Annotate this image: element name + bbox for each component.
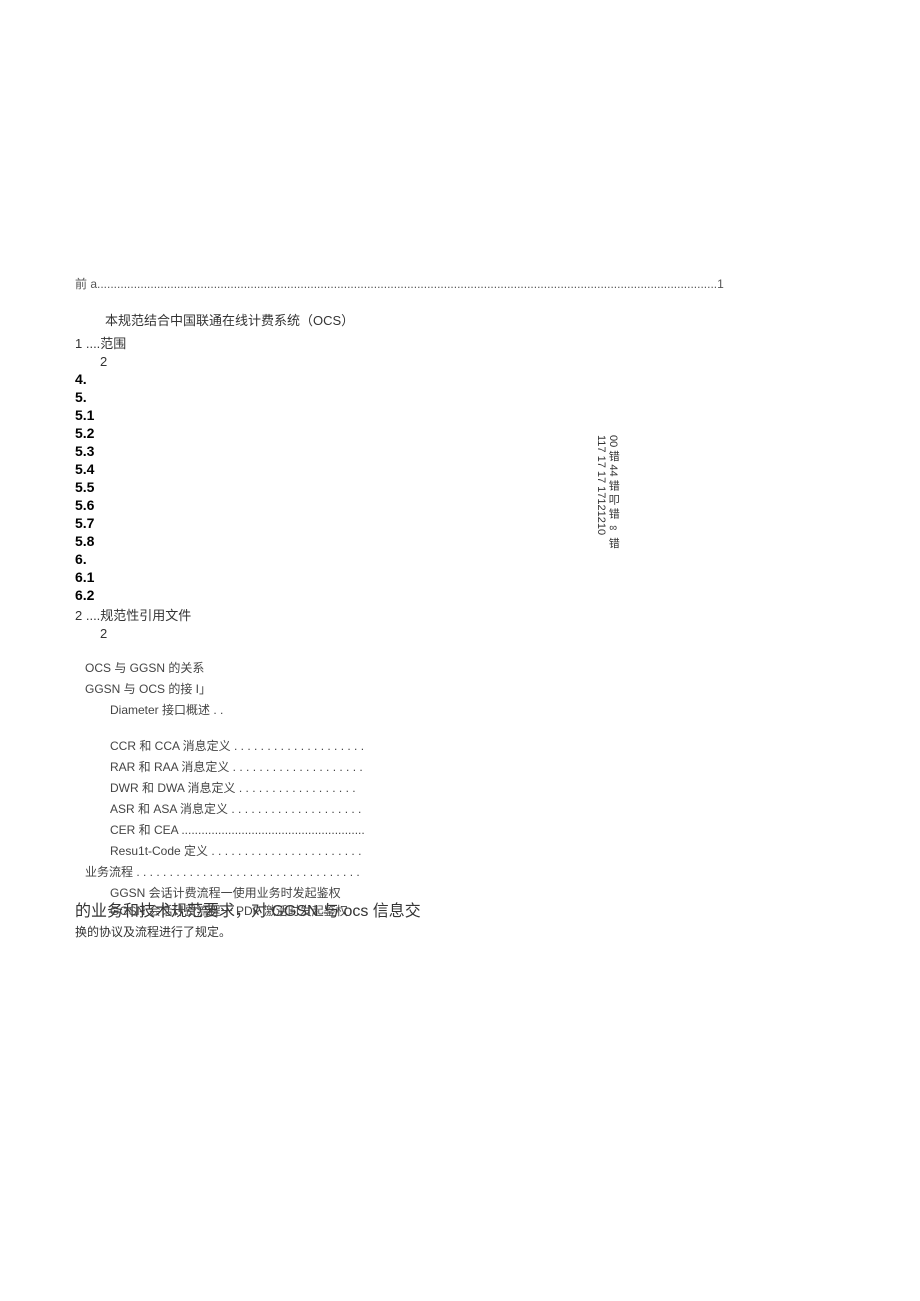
section-6: 6. [75, 551, 845, 567]
msg-result-code: Resu1t-Code 定义 . . . . . . . . . . . . .… [110, 842, 845, 860]
toc-item-2: 2 ....规范性引用文件 [75, 605, 845, 624]
toc-page: 1 [717, 277, 724, 291]
business-flow: 业务流程 . . . . . . . . . . . . . . . . . .… [85, 863, 845, 881]
msg-cer-cea: CER 和 CEA ..............................… [110, 821, 845, 839]
section-6-1: 6.1 [75, 569, 845, 585]
vertical-line-1: 00 错 44 错 叩 [607, 435, 619, 505]
toc-item-2-page: 2 [75, 626, 845, 641]
toc-text-2: 规范性引用文件 [100, 608, 191, 623]
toc-text: 范围 [100, 336, 126, 351]
toc-num: 1 .... [75, 336, 100, 351]
toc-item-1: 1 ....范围 [75, 333, 845, 352]
toc-val-2: 2 [100, 626, 107, 641]
section-5-5: 5.5 [75, 479, 845, 495]
content-block-relations: OCS 与 GGSN 的关系 GGSN 与 OCS 的接 I」 Diameter… [75, 659, 845, 719]
msg-ccr-cca: CCR 和 CCA 消息定义 . . . . . . . . . . . . .… [110, 737, 845, 755]
section-5-7: 5.7 [75, 515, 845, 531]
toc-header-line: 前 a.....................................… [75, 275, 845, 292]
toc-val: 2 [100, 354, 107, 369]
msg-asr-asa: ASR 和 ASA 消息定义 . . . . . . . . . . . . .… [110, 800, 845, 818]
vertical-line-3: 117 17 17 17121210 [595, 435, 607, 535]
ggsn-session-1: GGSN 会话计费流程一使用业务时发起鉴权 [110, 884, 845, 902]
content-block-messages: CCR 和 CCA 消息定义 . . . . . . . . . . . . .… [75, 737, 845, 860]
section-5-1: 5.1 [75, 407, 845, 423]
section-5-8: 5.8 [75, 533, 845, 549]
content-ggsn-ocs: GGSN 与 OCS 的接 I」 [85, 680, 845, 698]
toc-num-2: 2 .... [75, 608, 100, 623]
mixed-paragraph-sub: 换的协议及流程进行了规定。 [75, 923, 845, 940]
msg-rar-raa: RAR 和 RAA 消息定义 . . . . . . . . . . . . .… [110, 758, 845, 776]
ggsn-session-2: GGSN 会话计费流程一 PDP 激活时发起鉴权 [110, 902, 348, 920]
section-5-2: 5.2 [75, 425, 845, 441]
toc-item-1-page: 2 [75, 354, 845, 369]
intro-text: 本规范结合中国联通在线计费系统（OCS） [105, 310, 845, 329]
msg-dwr-dwa: DWR 和 DWA 消息定义 . . . . . . . . . . . . .… [110, 779, 845, 797]
section-4: 4. [75, 371, 845, 387]
section-5-3: 5.3 [75, 443, 845, 459]
vertical-text-block: 00 错 44 错 叩 错 ∞ 错 117 17 17 17121210 [595, 435, 619, 575]
toc-prefix: 前 a [75, 277, 97, 291]
content-ocs-ggsn: OCS 与 GGSN 的关系 [85, 659, 845, 677]
section-6-2: 6.2 [75, 587, 845, 603]
section-5-6: 5.6 [75, 497, 845, 513]
toc-dots: ........................................… [97, 277, 717, 291]
section-5-4: 5.4 [75, 461, 845, 477]
section-5: 5. [75, 389, 845, 405]
overlapping-text-block: GGSN 会话计费流程一 PDP 激活时发起鉴权 的业务和技术规范要求，对 GG… [75, 902, 845, 923]
content-diameter: Diameter 接口概述 . . [110, 701, 845, 719]
vertical-line-2: 错 ∞ 错 [607, 508, 619, 548]
